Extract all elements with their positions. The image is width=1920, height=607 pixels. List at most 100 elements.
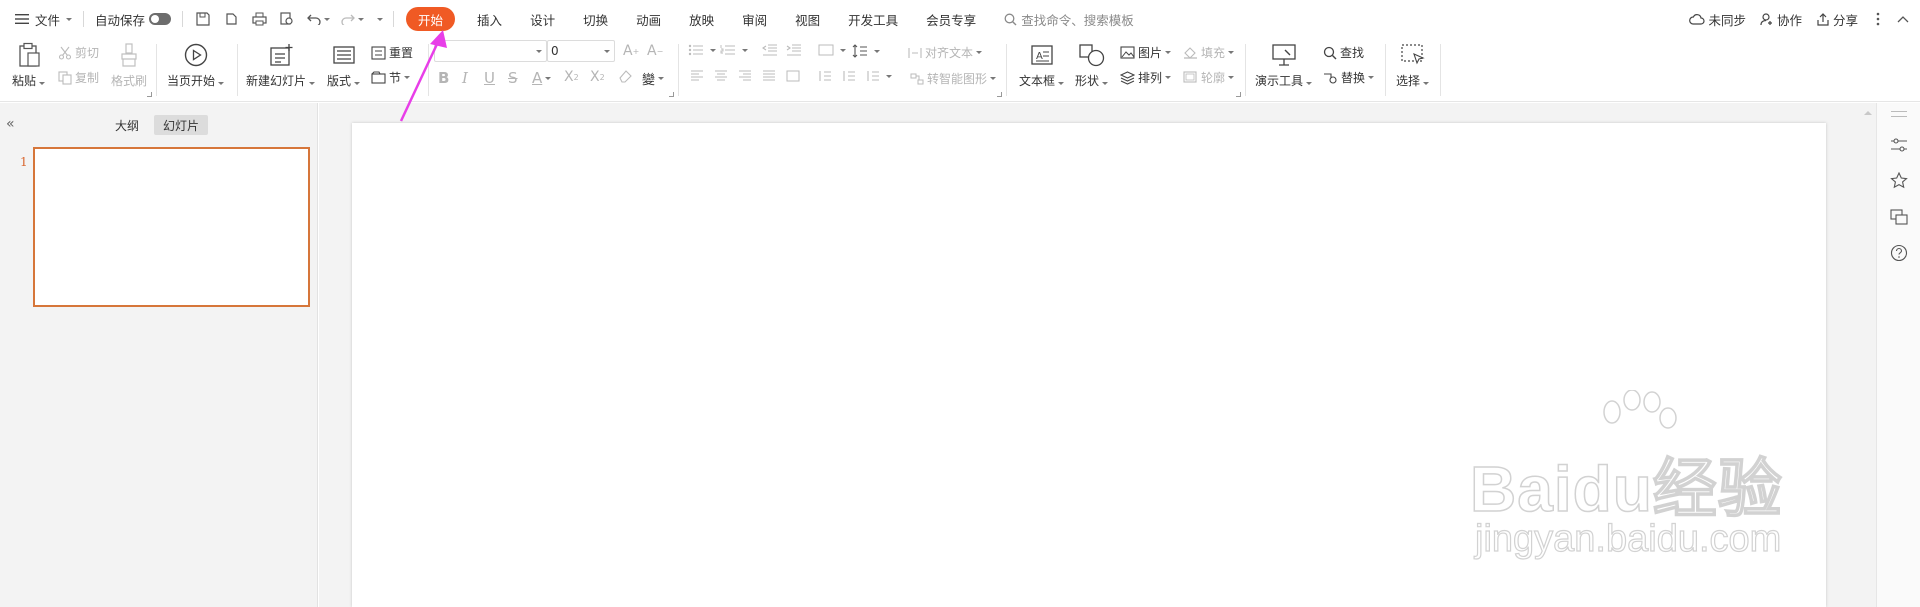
align-left-icon[interactable] [690, 70, 707, 82]
tab-member[interactable]: 会员专享 [912, 7, 990, 31]
select-label: 选择 [1396, 74, 1421, 88]
slide-thumbnail[interactable] [33, 147, 310, 307]
undo-icon[interactable] [301, 6, 335, 32]
cut-button[interactable]: 剪切 [58, 44, 99, 61]
tab-insert[interactable]: 插入 [463, 7, 516, 31]
animation-pin-icon[interactable] [1889, 171, 1909, 191]
scroll-up-icon[interactable] [1864, 111, 1872, 115]
tab-design[interactable]: 设计 [516, 7, 569, 31]
convert-smartart-button[interactable]: 转智能图形 [910, 70, 997, 87]
brush-icon [121, 43, 137, 67]
italic-icon[interactable]: I [462, 69, 468, 87]
dialog-launcher[interactable] [1236, 92, 1241, 97]
decrease-indent-icon[interactable] [762, 44, 781, 56]
underline-icon[interactable]: U [484, 69, 495, 87]
font-size-combo[interactable]: 0 [547, 40, 615, 62]
shape-button[interactable]: 形状 [1075, 42, 1109, 89]
tab-transitions[interactable]: 切换 [569, 7, 622, 31]
tab-developer[interactable]: 开发工具 [834, 7, 912, 31]
reset-icon [371, 45, 386, 60]
align-right-icon[interactable] [738, 70, 755, 82]
more-chevron-icon[interactable] [369, 6, 387, 32]
find-button[interactable]: 查找 [1323, 44, 1364, 61]
textbox-button[interactable]: A 文本框 [1019, 42, 1065, 89]
shape-label: 形状 [1075, 74, 1100, 88]
justify-icon[interactable] [762, 70, 779, 82]
grow-font-icon[interactable]: A + [623, 43, 639, 59]
format-painter-button[interactable]: 格式刷 [111, 42, 147, 89]
bold-icon[interactable]: B [438, 69, 449, 87]
tab-home[interactable]: 开始 [406, 7, 456, 31]
new-slide-button[interactable]: 新建幻灯片 [246, 42, 316, 89]
from-current-slide-button[interactable]: 当页开始 [167, 42, 225, 89]
align-text-button[interactable]: 对齐文本 [908, 44, 983, 61]
tab-view[interactable]: 视图 [781, 7, 834, 31]
strikethrough-icon[interactable]: S [508, 69, 518, 87]
dialog-launcher[interactable] [147, 92, 152, 97]
tab-review[interactable]: 审阅 [728, 7, 781, 31]
more-options-icon[interactable] [1876, 12, 1883, 26]
slide-number: 1 [20, 155, 28, 169]
toggle-switch[interactable] [149, 13, 172, 25]
print-icon[interactable] [245, 6, 273, 32]
tab-outline[interactable]: 大纲 [106, 115, 148, 135]
collaborate-button[interactable]: 协作 [1760, 10, 1802, 29]
bullet-list-icon[interactable] [688, 44, 716, 56]
search-placeholder: 查找命令、搜索模板 [1021, 12, 1134, 28]
copy-button[interactable]: 复制 [58, 69, 99, 86]
select-button[interactable]: 选择 [1396, 42, 1430, 89]
divider [182, 11, 184, 27]
phonetic-icon[interactable]: 變 [642, 69, 665, 88]
reset-button[interactable]: 重置 [371, 44, 413, 61]
dialog-launcher[interactable] [669, 92, 674, 97]
dialog-launcher[interactable] [997, 92, 1002, 97]
vertical-scrollbar[interactable] [1860, 103, 1876, 607]
superscript-icon[interactable]: X2 [564, 69, 579, 85]
title-menu-bar: 文件 自动保存 开始 插入 设计 切换 动画 放映 审阅 视图 开发工具 会员专… [0, 0, 1920, 38]
grip-handle[interactable] [1891, 111, 1907, 117]
subscript-icon[interactable]: X2 [590, 69, 605, 85]
outline-icon [1183, 71, 1197, 83]
clear-format-icon[interactable] [618, 69, 636, 83]
line-spacing-2-icon[interactable] [842, 70, 859, 82]
paste-button[interactable]: 粘贴 [12, 42, 46, 89]
text-direction-icon[interactable] [818, 44, 846, 56]
font-color-icon[interactable]: A [532, 69, 552, 87]
print-preview-icon[interactable] [273, 6, 301, 32]
help-icon[interactable] [1889, 243, 1909, 263]
command-search[interactable]: 查找命令、搜索模板 [1004, 10, 1134, 29]
share-button[interactable]: 分享 [1816, 10, 1858, 29]
tab-animation[interactable]: 动画 [622, 7, 675, 31]
line-spacing-icon[interactable] [852, 44, 880, 58]
collapse-ribbon-icon[interactable] [1897, 15, 1912, 23]
tab-slideshow[interactable]: 放映 [675, 7, 728, 31]
copy-label: 复制 [75, 71, 100, 85]
export-icon[interactable] [217, 6, 245, 32]
picture-button[interactable]: 图片 [1120, 44, 1172, 61]
transition-icon[interactable] [1889, 207, 1909, 227]
font-name-combo[interactable] [434, 40, 547, 62]
divider [1440, 44, 1441, 96]
file-menu[interactable]: 文件 [10, 6, 77, 32]
sync-status[interactable]: 未同步 [1689, 10, 1746, 29]
columns-icon[interactable] [866, 70, 892, 82]
layout-button[interactable]: 版式 [327, 42, 361, 89]
outline-button[interactable]: 轮廓 [1183, 69, 1235, 86]
section-button[interactable]: 节 [371, 69, 411, 86]
align-center-icon[interactable] [714, 70, 731, 82]
tab-slides[interactable]: 幻灯片 [154, 115, 209, 135]
distribute-icon[interactable] [786, 70, 803, 82]
redo-icon[interactable] [335, 6, 369, 32]
fill-button[interactable]: 填充 [1183, 44, 1235, 61]
align-text-label: 对齐文本 [925, 46, 974, 60]
arrange-button[interactable]: 排列 [1120, 69, 1172, 86]
increase-indent-icon[interactable] [786, 44, 805, 56]
numbered-list-icon[interactable] [720, 44, 748, 56]
replace-button[interactable]: 替换 [1323, 69, 1375, 86]
properties-icon[interactable] [1889, 135, 1909, 155]
save-icon[interactable] [189, 6, 217, 32]
autosave-toggle[interactable]: 自动保存 [90, 6, 176, 32]
para-spacing-icon[interactable] [818, 70, 835, 82]
presenter-tools-button[interactable]: 演示工具 [1255, 42, 1313, 89]
shrink-font-icon[interactable]: A − [647, 43, 663, 59]
